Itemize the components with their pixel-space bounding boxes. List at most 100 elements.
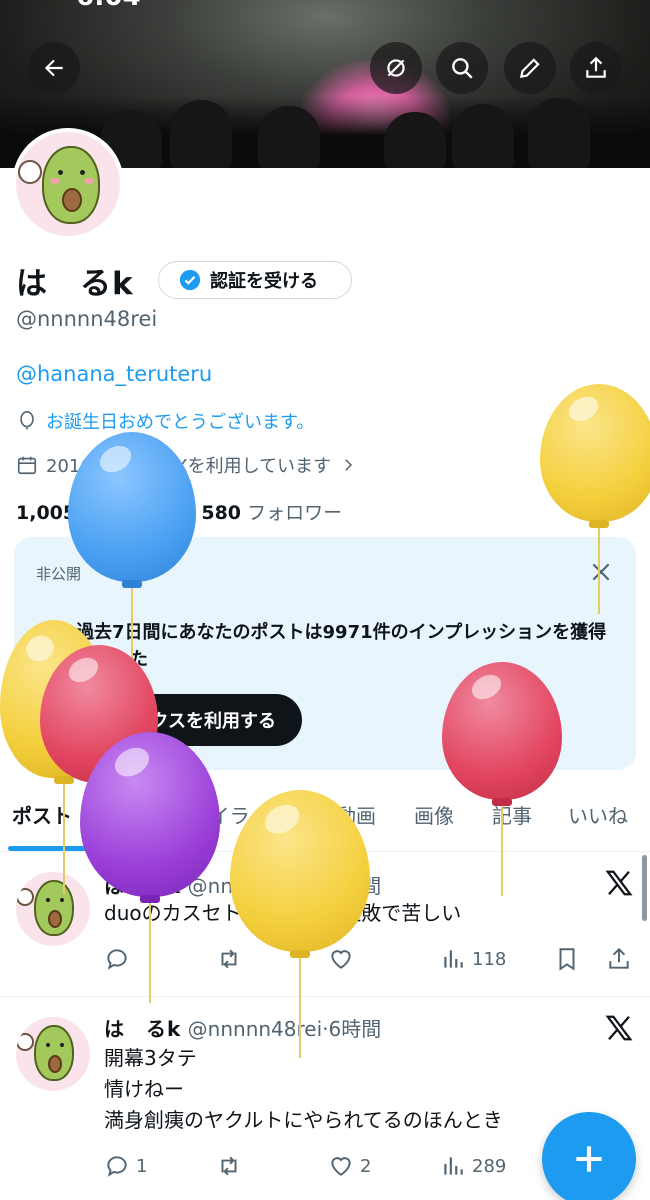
- post-text: duoのカスセトリより酷い連敗で苦しい: [104, 898, 461, 929]
- following-count: 1,005: [16, 502, 77, 524]
- joined-text: 2016年7月からXを利用しています: [46, 456, 332, 477]
- impressions-message: 過去7日間にあなたのポストは9971件のインプレッションを獲得しました: [76, 622, 607, 670]
- tab-highlights[interactable]: ハイライト: [190, 800, 290, 829]
- display-name: は るk: [16, 266, 134, 302]
- views-button[interactable]: 289: [440, 1153, 506, 1179]
- share-button[interactable]: [570, 42, 622, 94]
- private-label: 非公開: [36, 565, 82, 583]
- post-text-line: 情けねー: [104, 1077, 184, 1101]
- tab-photos[interactable]: 画像: [414, 800, 454, 829]
- search-button[interactable]: [436, 42, 488, 94]
- profile-avatar[interactable]: [12, 128, 124, 240]
- followers-label: フォロワー: [247, 502, 343, 524]
- banner-silhouette: [452, 104, 514, 168]
- ghost-illustration: [16, 1033, 34, 1051]
- reply-button[interactable]: 1: [104, 1153, 147, 1179]
- post-time: 6時間: [328, 874, 382, 898]
- views-icon: [444, 950, 463, 968]
- ghost-illustration: [18, 160, 42, 184]
- search-icon: [452, 58, 473, 79]
- birthday-text[interactable]: お誕生日おめでとうございます。: [46, 408, 314, 434]
- profile-handle: @nnnnn48rei: [16, 307, 158, 331]
- post-item[interactable]: は るk @nnnnn48rei·6時間 duoのカスセトリより酷い連敗で苦しい…: [0, 852, 650, 996]
- followers-count: 580: [201, 502, 242, 524]
- tab-posts[interactable]: ポスト: [12, 800, 72, 829]
- birthday-row: お誕生日おめでとうございます。: [16, 408, 314, 434]
- status-time: 6:04: [76, 0, 141, 12]
- get-verified-label: 認証を受ける: [210, 271, 318, 292]
- plus-icon: [576, 1146, 602, 1172]
- profile-tabs: ポスト 返信 ハイライト 動画 画像 記事 いいね: [0, 790, 650, 852]
- get-verified-button[interactable]: 認証を受ける: [158, 261, 352, 299]
- banner-silhouette: [384, 112, 446, 168]
- balloon-icon: [20, 411, 34, 430]
- x-logo-icon[interactable]: [604, 868, 634, 898]
- follow-stats: 1,005 フォロー中 580 フォロワー: [16, 498, 342, 525]
- share-post-button[interactable]: [606, 946, 638, 972]
- like-button[interactable]: 2: [328, 1153, 371, 1179]
- status-bar: 6:04: [0, 0, 650, 12]
- joined-row[interactable]: 2016年7月からXを利用しています: [16, 452, 357, 478]
- grok-button[interactable]: [370, 42, 422, 94]
- tab-likes[interactable]: いいね: [568, 800, 628, 829]
- chevron-right-icon: [345, 459, 353, 471]
- reply-icon: [107, 1156, 127, 1177]
- heart-icon: [331, 950, 351, 969]
- repost-button[interactable]: [216, 1153, 248, 1179]
- following-link[interactable]: 1,005 フォロー中: [16, 502, 177, 524]
- tab-videos[interactable]: 動画: [336, 800, 376, 829]
- post-meta: は るk @nnnnn48rei·6時間: [104, 1017, 382, 1041]
- arrow-left-icon: [44, 59, 63, 77]
- x-logo-icon[interactable]: [604, 1013, 634, 1043]
- ghost-illustration: [16, 888, 34, 906]
- reply-count: 1: [136, 1155, 148, 1177]
- views-count: 289: [472, 1155, 507, 1177]
- heart-icon: [331, 1157, 351, 1176]
- bookmark-icon: [559, 948, 575, 971]
- active-tab-indicator: [8, 846, 90, 851]
- banner-silhouette: [170, 100, 232, 168]
- analytics-button[interactable]: アナリティクスを利用する: [36, 694, 303, 746]
- close-icon[interactable]: [588, 559, 614, 585]
- avocado-illustration: [34, 880, 74, 936]
- tab-articles[interactable]: 記事: [492, 800, 532, 829]
- post-avatar[interactable]: [16, 872, 90, 946]
- edit-icon: [519, 58, 540, 79]
- banner-silhouette: [258, 106, 320, 168]
- repost-button[interactable]: [216, 946, 248, 972]
- views-count: 118: [472, 948, 507, 970]
- post-time: 6時間: [328, 1017, 382, 1041]
- grok-icon: [387, 59, 405, 77]
- calendar-icon: [17, 456, 37, 475]
- back-button[interactable]: [28, 42, 80, 94]
- compose-post-button[interactable]: [542, 1112, 636, 1200]
- post-author-name: は るk: [104, 1017, 182, 1041]
- post-text-line: duoのカスセトリより酷い連敗で苦しい: [104, 901, 462, 925]
- share-icon: [586, 56, 606, 78]
- bookmark-button[interactable]: [554, 946, 586, 972]
- like-button[interactable]: [328, 946, 360, 972]
- followers-link[interactable]: 580 フォロワー: [201, 502, 342, 524]
- verified-badge-icon: [179, 269, 201, 291]
- post-text: 開幕3タテ 情けねー 満身創痍のヤクルトにやられてるのほんとき: [104, 1043, 503, 1136]
- following-label: フォロー中: [82, 502, 178, 524]
- post-text-line: 開幕3タテ: [104, 1046, 197, 1070]
- share-icon: [609, 947, 629, 969]
- avocado-illustration: [42, 146, 100, 224]
- views-icon: [444, 1157, 463, 1175]
- reply-button[interactable]: [104, 946, 136, 972]
- tab-replies[interactable]: 返信: [112, 800, 152, 829]
- post-text-line: 満身創痍のヤクルトにやられてるのほんとき: [104, 1108, 503, 1132]
- bio-mention-link[interactable]: @hanana_teruteru: [16, 362, 212, 386]
- avocado-illustration: [34, 1025, 74, 1081]
- post-avatar[interactable]: [16, 1017, 90, 1091]
- reply-icon: [107, 949, 127, 970]
- edit-button[interactable]: [504, 42, 556, 94]
- banner-silhouette: [528, 98, 590, 168]
- views-button[interactable]: 118: [440, 946, 506, 972]
- post-author-handle: @nnnnn48rei: [187, 1017, 323, 1041]
- post-author-name: は るk: [104, 874, 182, 898]
- post-author-handle: @nnnnn48rei: [187, 874, 323, 898]
- arrow-up-icon: [45, 624, 59, 640]
- analytics-card: 非公開 過去7日間にあなたのポストは9971件のインプレッションを獲得しました …: [14, 537, 636, 770]
